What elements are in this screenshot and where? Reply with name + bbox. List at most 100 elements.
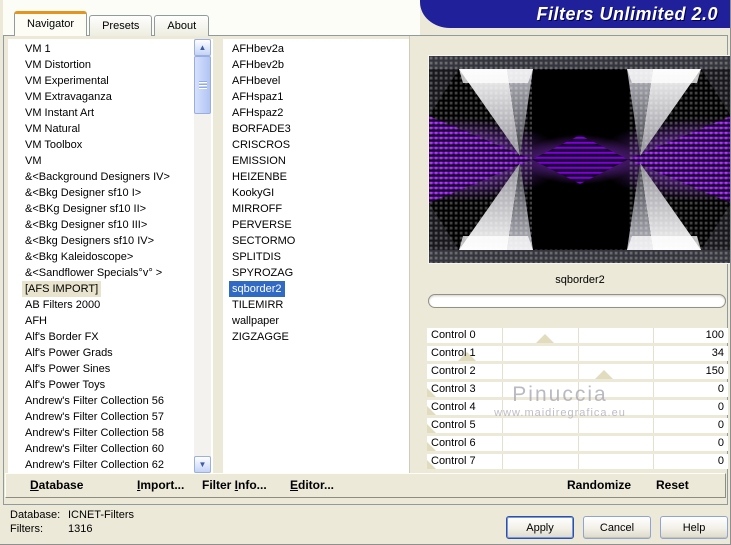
- control-row: Control 4 0: [427, 400, 728, 415]
- filter-preview-art: [349, 56, 730, 263]
- control-label: Control 5: [431, 419, 476, 431]
- thumb-grip-icon: [198, 81, 207, 90]
- control-label: Control 2: [431, 365, 476, 377]
- control-row: Control 7 0: [427, 454, 728, 469]
- scrollbar-thumb[interactable]: [194, 56, 211, 114]
- preview-image: [349, 55, 730, 264]
- category-item[interactable]: Alf's Power Grads: [22, 345, 116, 361]
- tab-about[interactable]: About: [154, 15, 210, 36]
- category-item[interactable]: VM Extravaganza: [22, 89, 115, 105]
- title-banner: Filters Unlimited 2.0: [420, 0, 730, 28]
- category-item[interactable]: VM Instant Art: [22, 105, 97, 121]
- help-button[interactable]: Help: [660, 516, 728, 539]
- category-item[interactable]: [AFS IMPORT]: [22, 281, 102, 297]
- database-status-value: ICNET-Filters: [68, 509, 134, 521]
- category-item[interactable]: VM Natural: [22, 121, 83, 137]
- category-item[interactable]: Alf's Power Toys: [22, 377, 108, 393]
- category-item[interactable]: Andrew's Filter Collection 57: [22, 409, 167, 425]
- category-item[interactable]: &<Sandflower Specials°v° >: [22, 265, 165, 281]
- filter-info-button[interactable]: Filter Info...: [202, 478, 267, 492]
- category-item[interactable]: AB Filters 2000: [22, 297, 103, 313]
- filter-item[interactable]: CRISCROS: [229, 137, 293, 153]
- tab-presets[interactable]: Presets: [89, 15, 153, 36]
- scroll-up-icon[interactable]: ▲: [194, 39, 211, 56]
- control-label: Control 0: [431, 329, 476, 341]
- cancel-button[interactable]: Cancel: [583, 516, 651, 539]
- filter-item[interactable]: AFHbev2b: [229, 57, 287, 73]
- filter-item[interactable]: wallpaper: [229, 313, 282, 329]
- category-item[interactable]: VM 1: [22, 41, 54, 57]
- filter-item[interactable]: AFHbevel: [229, 73, 283, 89]
- category-item[interactable]: &<Background Designers IV>: [22, 169, 173, 185]
- control-value: 0: [717, 401, 724, 413]
- category-item[interactable]: Alf's Power Sines: [22, 361, 113, 377]
- filter-item[interactable]: TILEMIRR: [229, 297, 286, 313]
- filter-item[interactable]: HEIZENBE: [229, 169, 290, 185]
- category-item[interactable]: Andrew's Filter Collection 58: [22, 425, 167, 441]
- control-label: Control 1: [431, 347, 476, 359]
- control-row: Control 2 150: [427, 364, 728, 379]
- slider-marker-icon[interactable]: [536, 334, 555, 343]
- import-button[interactable]: Import...: [137, 478, 184, 492]
- control-value: 0: [717, 455, 724, 467]
- filter-item[interactable]: EMISSION: [229, 153, 289, 169]
- slider-marker-icon[interactable]: [595, 370, 614, 379]
- category-item[interactable]: VM Distortion: [22, 57, 94, 73]
- category-item[interactable]: VM Toolbox: [22, 137, 85, 153]
- filter-item[interactable]: AFHspaz1: [229, 89, 286, 105]
- filter-item[interactable]: sqborder2: [229, 281, 285, 297]
- progress-bar: [428, 294, 726, 308]
- app-title: Filters Unlimited 2.0: [536, 3, 718, 24]
- category-item[interactable]: &<Bkg Designer sf10 III>: [22, 217, 150, 233]
- filter-item[interactable]: BORFADE3: [229, 121, 294, 137]
- category-item[interactable]: VM Experimental: [22, 73, 112, 89]
- filter-item[interactable]: AFHbev2a: [229, 41, 287, 57]
- editor-button[interactable]: Editor...: [290, 478, 334, 492]
- control-row: Control 6 0: [427, 436, 728, 451]
- database-status-label: Database:: [10, 509, 61, 521]
- category-item[interactable]: Alf's Border FX: [22, 329, 102, 345]
- control-row: Control 0 100: [427, 328, 728, 343]
- control-label: Control 6: [431, 437, 476, 449]
- category-item[interactable]: VM: [22, 153, 45, 169]
- filter-item[interactable]: KookyGI: [229, 185, 277, 201]
- category-item[interactable]: &<Bkg Designers sf10 IV>: [22, 233, 157, 249]
- control-value: 34: [711, 347, 724, 359]
- category-item[interactable]: &<Bkg Designer sf10 I>: [22, 185, 144, 201]
- filters-unlimited-dialog: Filters Unlimited 2.0 Navigator Presets …: [0, 0, 731, 545]
- reset-button[interactable]: Reset: [656, 478, 689, 492]
- filter-item[interactable]: SPYROZAG: [229, 265, 296, 281]
- selected-filter-name: sqborder2: [555, 274, 605, 286]
- filter-item[interactable]: AFHspaz2: [229, 105, 286, 121]
- control-row: Control 5 0: [427, 418, 728, 433]
- apply-button[interactable]: Apply: [506, 516, 574, 539]
- filter-item[interactable]: ZIGZAGGE: [229, 329, 292, 345]
- category-item[interactable]: Andrew's Filter Collection 60: [22, 441, 167, 457]
- category-item[interactable]: AFH: [22, 313, 50, 329]
- scroll-down-icon[interactable]: ▼: [194, 456, 211, 473]
- category-list: ▲ ▼ VM 1 VM Distortion VM Experimental VM E…: [8, 39, 213, 473]
- category-item[interactable]: Andrew's Filter Collection 62: [22, 457, 167, 473]
- control-value: 150: [705, 365, 724, 377]
- tab-navigator[interactable]: Navigator: [14, 11, 88, 36]
- category-item[interactable]: &<Bkg Kaleidoscope>: [22, 249, 136, 265]
- menu-strip: Database Import... Filter Info... Editor…: [5, 473, 726, 498]
- category-scrollbar[interactable]: ▲ ▼: [194, 39, 211, 473]
- filter-item[interactable]: SPLITDIS: [229, 249, 284, 265]
- preview-panel: sqborder2 Control 0 100 Control 1 34 Control…: [349, 36, 730, 473]
- navigator-page: ▲ ▼ VM 1 VM Distortion VM Experimental VM E…: [3, 35, 730, 505]
- control-label: Control 7: [431, 455, 476, 467]
- control-value: 0: [717, 383, 724, 395]
- filter-item[interactable]: PERVERSE: [229, 217, 295, 233]
- category-item[interactable]: Andrew's Filter Collection 56: [22, 393, 167, 409]
- tab-bar: Navigator Presets About: [14, 11, 211, 36]
- database-button[interactable]: Database: [30, 478, 83, 492]
- control-label: Control 4: [431, 401, 476, 413]
- filter-item[interactable]: SECTORMO: [229, 233, 298, 249]
- control-row: Control 3 0: [427, 382, 728, 397]
- control-value: 100: [705, 329, 724, 341]
- filter-item[interactable]: MIRROFF: [229, 201, 285, 217]
- category-item[interactable]: &<BKg Designer sf10 II>: [22, 201, 149, 217]
- randomize-button[interactable]: Randomize: [567, 478, 631, 492]
- control-value: 0: [717, 437, 724, 449]
